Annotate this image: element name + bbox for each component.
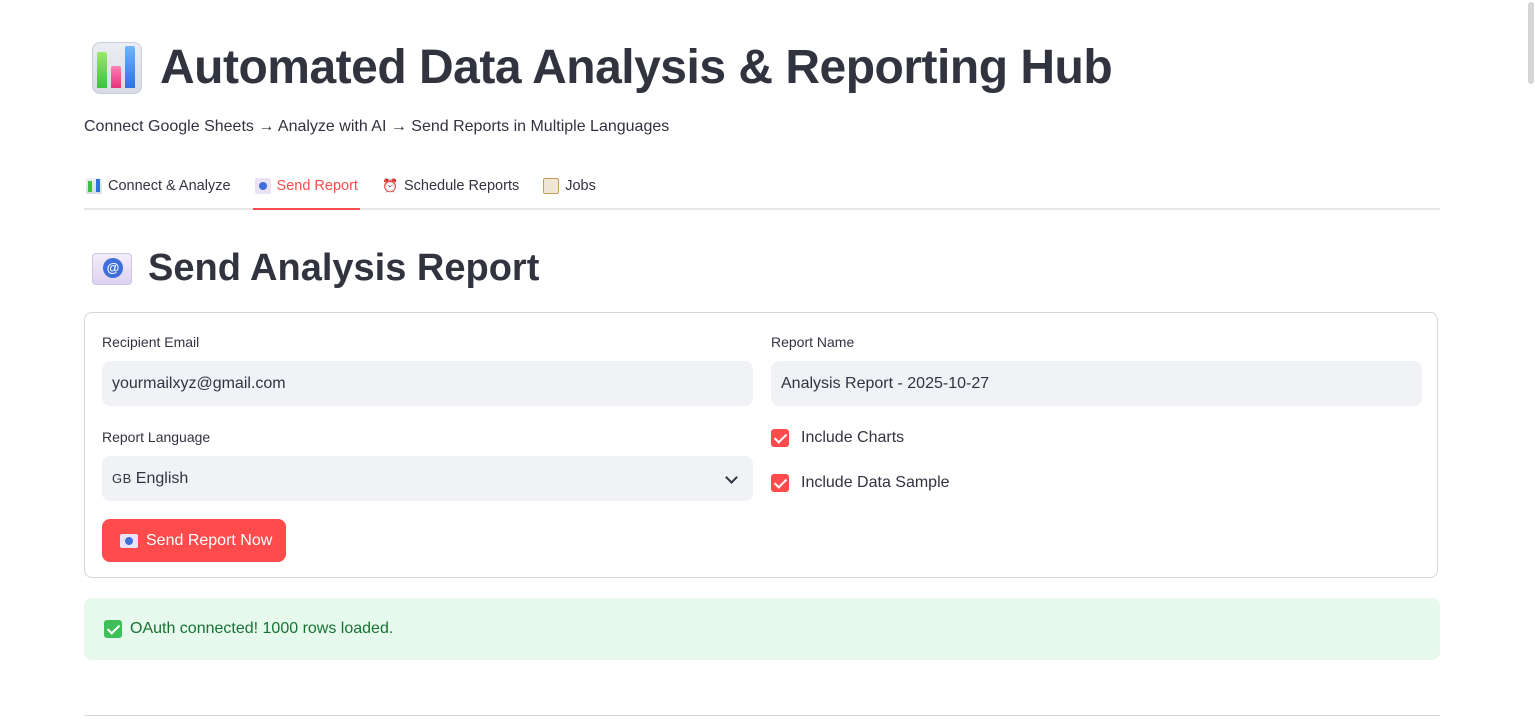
flag-icon: GB — [112, 470, 132, 486]
report-language-select[interactable]: GB English — [102, 456, 753, 501]
report-name-value: Analysis Report - 2025-10-27 — [781, 374, 990, 392]
page-subtitle: Connect Google Sheets → Analyze with AI … — [84, 118, 670, 135]
scrollbar-thumb[interactable] — [1528, 2, 1534, 84]
success-alert: OAuth connected! 1000 rows loaded. — [84, 598, 1440, 660]
include-data-sample-label: Include Data Sample — [801, 474, 950, 491]
check-mark-icon — [104, 620, 122, 638]
tab-label: Connect & Analyze — [108, 177, 231, 194]
bar-chart-icon — [92, 41, 142, 94]
email-icon — [92, 252, 132, 285]
recipient-email-input[interactable]: yourmailxyz@gmail.com — [102, 361, 753, 406]
bar-chart-icon — [86, 177, 102, 194]
tab-label: Schedule Reports — [403, 177, 520, 194]
tab-connect-analyze[interactable]: Connect & Analyze — [84, 163, 233, 208]
send-report-now-button[interactable]: Send Report Now — [102, 519, 287, 562]
tab-label: Jobs — [565, 177, 596, 194]
alert-message: OAuth connected! 1000 rows loaded. — [130, 620, 394, 637]
alarm-clock-icon: ⏰ — [381, 177, 399, 193]
clipboard-icon — [543, 177, 560, 194]
chevron-down-icon — [725, 473, 737, 485]
page-title: Automated Data Analysis & Reporting Hub — [160, 41, 1113, 94]
tab-schedule-reports[interactable]: ⏰ Schedule Reports — [380, 163, 521, 208]
language-value: English — [135, 469, 189, 487]
send-button-label: Send Report Now — [146, 531, 273, 549]
selected-language: GB English — [112, 470, 188, 488]
tab-send-report[interactable]: Send Report — [252, 163, 361, 210]
tab-jobs[interactable]: Jobs — [541, 163, 598, 208]
include-charts-checkbox[interactable]: Include Charts — [771, 429, 904, 447]
tab-bar: Connect & Analyze Send Report ⏰ Schedule… — [84, 163, 1440, 210]
checkbox-checked-icon — [771, 429, 789, 447]
include-data-sample-checkbox[interactable]: Include Data Sample — [771, 474, 950, 492]
report-name-input[interactable]: Analysis Report - 2025-10-27 — [771, 361, 1422, 406]
divider — [84, 715, 1440, 716]
mail-icon — [254, 177, 271, 194]
report-language-label: Report Language — [102, 429, 211, 445]
recipient-email-label: Recipient Email — [102, 334, 200, 350]
mail-icon — [120, 533, 138, 548]
tab-label: Send Report — [276, 177, 358, 194]
report-name-label: Report Name — [771, 334, 855, 350]
section-header: Send Analysis Report — [92, 247, 539, 290]
checkbox-checked-icon — [771, 474, 789, 492]
recipient-email-value: yourmailxyz@gmail.com — [112, 374, 286, 392]
include-charts-label: Include Charts — [801, 429, 905, 446]
send-report-form: Recipient Email yourmailxyz@gmail.com Re… — [84, 312, 1438, 578]
page-header: Automated Data Analysis & Reporting Hub — [92, 40, 1113, 95]
app-page: Automated Data Analysis & Reporting Hub … — [0, 0, 1535, 728]
section-title: Send Analysis Report — [148, 247, 540, 289]
